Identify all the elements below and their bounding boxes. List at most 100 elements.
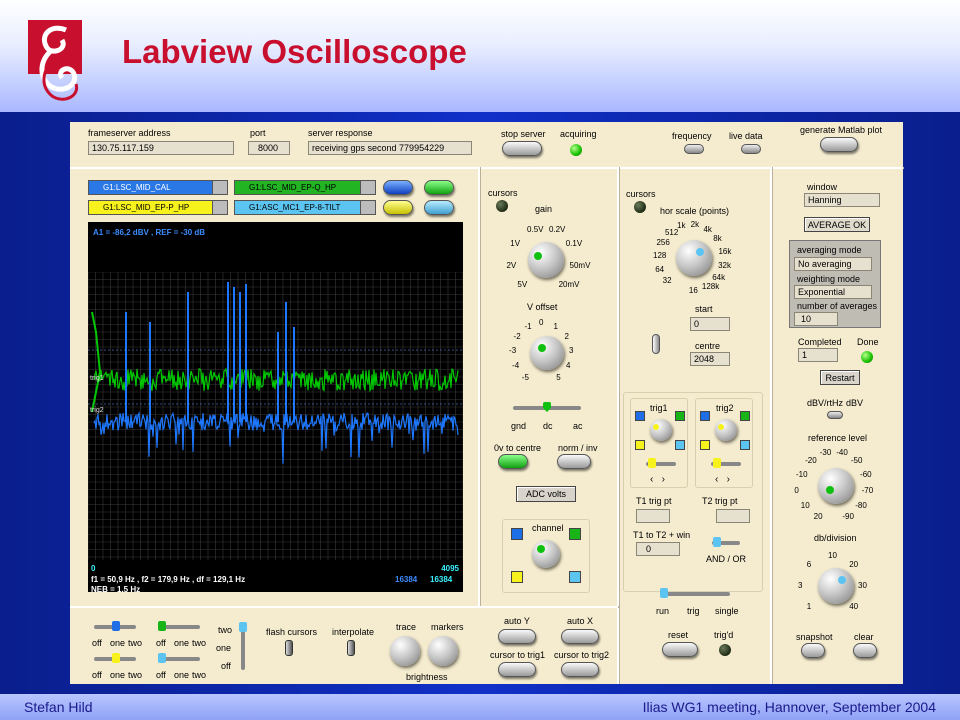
coupling-slider-thumb[interactable] (543, 402, 551, 412)
gain-scale-label: 0.5V (527, 224, 544, 234)
and-or-thumb[interactable] (713, 537, 721, 547)
trig1-arrows-icon[interactable]: ‹ › (650, 474, 665, 485)
frequency-toggle[interactable] (684, 144, 704, 154)
snapshot-button[interactable] (801, 643, 825, 658)
trace-brightness-knob[interactable] (390, 636, 420, 666)
trig1-ch2-square[interactable] (675, 411, 685, 421)
stop-server-button[interactable] (502, 141, 542, 156)
channel-knob[interactable] (532, 540, 560, 568)
flash-cursors-switch[interactable] (285, 640, 293, 656)
norm-inv-button[interactable] (557, 454, 591, 469)
ref-level-scale-label: -80 (855, 501, 867, 511)
dbv-label: dBV (846, 398, 864, 408)
window-select[interactable]: Hanning (804, 193, 880, 207)
t2-trig-pt-input[interactable] (716, 509, 750, 523)
cursor-to-trig1-button[interactable] (498, 662, 536, 677)
trig2-arrows-icon[interactable]: ‹ › (715, 474, 730, 485)
hor-scale-scale-label: 8k (713, 234, 722, 244)
run-mode-thumb[interactable] (660, 588, 668, 598)
window-label: window (807, 182, 838, 192)
ov-centre-button[interactable] (498, 454, 528, 469)
units-toggle[interactable] (827, 411, 843, 419)
trig2-ch3-square[interactable] (700, 440, 710, 450)
cursors-led[interactable] (496, 200, 508, 212)
ov-centre-label: 0v to centre (494, 443, 542, 453)
live-data-label: live data (729, 131, 763, 141)
trig2-marker: trig2 (90, 407, 104, 414)
channel-1-square[interactable] (511, 528, 523, 540)
t1-trig-pt-input[interactable] (636, 509, 670, 523)
start-input[interactable]: 0 (690, 317, 730, 331)
flash-cursors-label: flash cursors (266, 627, 318, 637)
ch3-trace-thumb[interactable] (112, 653, 120, 663)
divider (478, 167, 480, 607)
one-label: one (174, 638, 190, 648)
num-averages-input[interactable]: 10 (794, 312, 838, 326)
interpolate-switch[interactable] (347, 640, 355, 656)
averaging-mode-select[interactable]: No averaging (794, 257, 872, 271)
average-ok-button[interactable]: AVERAGE OK (804, 217, 870, 232)
start-centre-switch[interactable] (652, 334, 660, 354)
channel-1-toggle[interactable] (383, 180, 413, 195)
trig2-ch1-square[interactable] (700, 411, 710, 421)
ref-level-scale-label: -60 (860, 469, 872, 479)
auto-y-button[interactable] (498, 629, 536, 644)
channel-3-square[interactable] (511, 571, 523, 583)
markers-brightness-knob[interactable] (428, 636, 458, 666)
channel-2-select[interactable]: G1:LSC_MID_EP-Q_HP (234, 180, 376, 195)
clear-label: clear (854, 632, 874, 642)
gnd-label: gnd (511, 421, 527, 431)
t1-t2-win-input[interactable]: 0 (636, 542, 680, 556)
slide-footer: Stefan Hild Ilias WG1 meeting, Hannover,… (0, 694, 960, 720)
port-input[interactable]: 8000 (248, 141, 290, 155)
clear-button[interactable] (853, 643, 877, 658)
trig2-ch4-square[interactable] (740, 440, 750, 450)
auto-y-label: auto Y (504, 616, 530, 626)
one-label: one (110, 670, 126, 680)
restart-button[interactable]: Restart (820, 370, 860, 385)
hor-scale-scale-label: 32 (662, 276, 672, 286)
trig2-knob[interactable] (715, 419, 737, 441)
channel-3-toggle[interactable] (383, 200, 413, 215)
channel-4-square[interactable] (569, 571, 581, 583)
db-division-scale-label: 3 (798, 581, 803, 590)
hor-scale-knob[interactable] (676, 240, 712, 276)
ch1-trace-thumb[interactable] (112, 621, 120, 631)
ch4-trace-thumb[interactable] (158, 653, 166, 663)
channel-2-toggle[interactable] (424, 180, 454, 195)
centre-input[interactable]: 2048 (690, 352, 730, 366)
channel-label: channel (532, 523, 564, 533)
voffset-knob[interactable] (530, 336, 564, 370)
trig2-ch2-square[interactable] (740, 411, 750, 421)
channel-4-toggle[interactable] (424, 200, 454, 215)
live-data-toggle[interactable] (741, 144, 761, 154)
frameserver-input[interactable]: 130.75.117.159 (88, 141, 234, 155)
channel-3-select[interactable]: G1:LSC_MID_EP-P_HP (88, 200, 228, 215)
gain-scale-label: 2V (506, 260, 517, 270)
adc-volts-button[interactable]: ADC volts (516, 486, 576, 502)
off-label: off (92, 670, 102, 680)
bright-mode-thumb[interactable] (239, 622, 247, 632)
trig1-ch4-square[interactable] (675, 440, 685, 450)
channel-1-select[interactable]: G1:LSC_MID_CAL (88, 180, 228, 195)
reset-button[interactable] (662, 642, 698, 657)
hor-cursors-led[interactable] (634, 201, 646, 213)
ref-level-knob[interactable] (818, 468, 854, 504)
run-mode-slider[interactable] (660, 592, 730, 596)
scope-display[interactable]: A1 = -86,2 dBV , REF = -30 dB trig1 trig2… (88, 222, 463, 594)
done-led (861, 351, 873, 363)
gain-knob[interactable] (528, 242, 564, 278)
cursor-to-trig2-button[interactable] (561, 662, 599, 677)
channel-4-select[interactable]: G1:ASC_MC1_EP-8-TILT (234, 200, 376, 215)
trig1-knob[interactable] (650, 419, 672, 441)
weighting-mode-select[interactable]: Exponential (794, 285, 872, 299)
db-division-knob[interactable] (818, 568, 854, 604)
trig1-ch1-square[interactable] (635, 411, 645, 421)
trig1-level-thumb[interactable] (648, 458, 656, 468)
auto-x-button[interactable] (561, 629, 599, 644)
trig1-ch3-square[interactable] (635, 440, 645, 450)
channel-2-square[interactable] (569, 528, 581, 540)
ch2-trace-thumb[interactable] (158, 621, 166, 631)
generate-matlab-button[interactable] (820, 137, 858, 152)
trig2-level-thumb[interactable] (713, 458, 721, 468)
